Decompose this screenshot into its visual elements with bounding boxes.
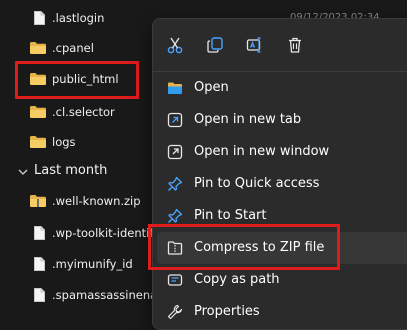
menu-item-label: Open in new tab — [194, 112, 302, 127]
zip-icon — [167, 241, 183, 255]
menu-item-open[interactable]: Open — [153, 72, 407, 104]
zip-folder-icon — [30, 195, 46, 207]
folder-icon — [30, 42, 46, 54]
file-name: .myimunify_id — [52, 257, 133, 271]
copy-path-icon — [167, 274, 183, 286]
context-menu: Open Open in new tab Open in new window … — [152, 18, 407, 330]
new-tab-icon — [167, 112, 183, 128]
copy-icon — [207, 37, 223, 53]
menu-item-compress-zip[interactable]: Compress to ZIP file — [157, 232, 407, 264]
group-header-label: Last month — [34, 163, 108, 178]
file-icon — [34, 257, 45, 271]
group-header-last-month[interactable]: Last month — [0, 160, 160, 184]
folder-name: .cpanel — [52, 41, 94, 55]
quick-actions-bar — [153, 19, 407, 71]
menu-item-label: Properties — [194, 304, 260, 319]
menu-item-pin-quick-access[interactable]: Pin to Quick access — [153, 168, 407, 200]
file-name: .lastlogin — [52, 11, 105, 25]
menu-item-label: Open in new window — [194, 144, 330, 159]
file-icon — [34, 288, 45, 302]
folder-name: public_html — [52, 72, 119, 86]
file-name: .wp-toolkit-identif — [52, 226, 154, 240]
folder-icon — [30, 136, 46, 148]
pin-icon — [168, 176, 183, 191]
menu-item-pin-start[interactable]: Pin to Start — [153, 200, 407, 232]
folder-open-icon — [168, 82, 182, 94]
file-name: .spamassassinenab — [52, 288, 165, 302]
menu-item-label: Pin to Start — [194, 208, 267, 223]
cut-button[interactable] — [163, 33, 187, 57]
wrench-icon — [167, 304, 183, 320]
new-window-icon — [167, 144, 183, 160]
folder-name: logs — [52, 135, 76, 149]
file-icon — [34, 226, 45, 240]
folder-icon — [30, 73, 46, 85]
file-name: .well-known.zip — [52, 194, 141, 208]
menu-item-label: Open — [194, 80, 229, 95]
menu-item-label: Copy as path — [194, 272, 280, 287]
cut-icon — [167, 37, 183, 54]
rename-button[interactable] — [243, 33, 267, 57]
menu-item-copy-as-path[interactable]: Copy as path — [153, 264, 407, 296]
menu-item-label: Pin to Quick access — [194, 176, 320, 191]
menu-item-properties[interactable]: Properties — [153, 296, 407, 328]
menu-item-open-new-tab[interactable]: Open in new tab — [153, 104, 407, 136]
file-icon — [34, 11, 45, 25]
folder-icon — [30, 106, 46, 118]
delete-icon — [289, 37, 301, 53]
menu-item-open-new-window[interactable]: Open in new window — [153, 136, 407, 168]
delete-button[interactable] — [283, 33, 307, 57]
copy-button[interactable] — [203, 33, 227, 57]
chevron-down-icon[interactable] — [18, 167, 28, 177]
pin-icon — [168, 208, 183, 223]
folder-name: .cl.selector — [52, 105, 115, 119]
rename-icon — [246, 37, 261, 53]
menu-item-label: Compress to ZIP file — [194, 240, 325, 255]
